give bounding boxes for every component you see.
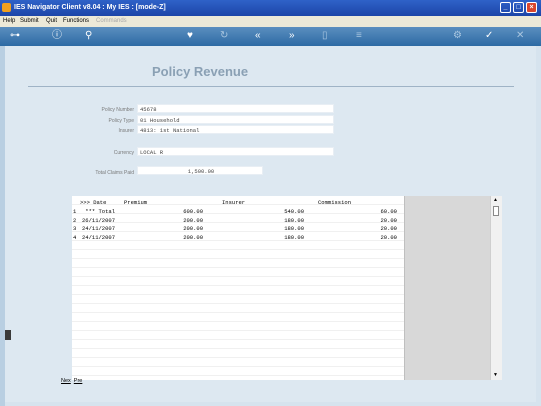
currency-field[interactable]: LOCAL R: [137, 147, 334, 156]
row-number: 4: [73, 234, 77, 241]
total-claims-paid-label: Total Claims Paid: [95, 170, 134, 176]
key-icon[interactable]: ⊶: [10, 31, 20, 41]
row-number: 3: [73, 225, 77, 232]
title-bar: IES Navigator Client v8.04 : My IES : [m…: [0, 0, 541, 16]
revenue-grid: ▲ ▼ >>> Date Premium Insurer Commission …: [72, 196, 502, 380]
next-record-icon[interactable]: »: [289, 31, 295, 41]
col-header-date[interactable]: >>> Date: [80, 199, 106, 206]
row-commission: 60.00: [380, 208, 397, 215]
toolbar: ⊶ ⓘ ⚲ ♥ ↻ « » ▯ ≡ ⚙ ✓ ✕: [0, 27, 541, 46]
row-number: 1: [73, 208, 77, 215]
next-page-link[interactable]: Nex: [61, 378, 71, 384]
info-icon[interactable]: ⓘ: [52, 31, 62, 41]
page-title: Policy Revenue: [152, 64, 249, 79]
scroll-up-icon[interactable]: ▲: [493, 197, 498, 203]
insurer-label: Insurer: [118, 128, 134, 134]
row-commission: 20.00: [380, 225, 397, 232]
row-commission: 20.00: [380, 234, 397, 241]
row-date: 24/11/2007: [82, 225, 116, 232]
policy-number-label: Policy Number: [101, 107, 134, 113]
insurer-field[interactable]: 4813: 1st National: [137, 125, 334, 134]
menu-quit[interactable]: Quit: [46, 18, 57, 24]
scroll-down-icon[interactable]: ▼: [493, 372, 498, 378]
row-premium: 600.00: [183, 208, 203, 215]
currency-label: Currency: [113, 150, 134, 156]
cancel-icon[interactable]: ✕: [516, 31, 524, 41]
row-commission: 20.00: [380, 217, 397, 224]
row-number: 2: [73, 217, 77, 224]
search-icon[interactable]: ⚲: [85, 31, 92, 41]
maximize-button[interactable]: □: [513, 2, 524, 13]
confirm-icon[interactable]: ✓: [485, 31, 493, 41]
refresh-icon[interactable]: ↻: [220, 31, 228, 41]
row-insurer: 540.00: [284, 208, 304, 215]
list-icon[interactable]: ≡: [356, 31, 362, 41]
divider: [28, 86, 514, 87]
policy-number-field[interactable]: 45678: [137, 104, 334, 113]
prev-page-link[interactable]: Pre: [74, 378, 83, 384]
side-indicator-icon: [5, 330, 11, 340]
favorite-icon[interactable]: ♥: [187, 31, 193, 41]
menu-bar: Help Submit Quit Functions Commands: [0, 16, 541, 27]
row-insurer: 180.00: [284, 234, 304, 241]
minimize-button[interactable]: _: [500, 2, 511, 13]
first-record-icon[interactable]: «: [255, 31, 261, 41]
row-insurer: 180.00: [284, 225, 304, 232]
menu-submit[interactable]: Submit: [20, 18, 39, 24]
grid-scrollbar[interactable]: ▲ ▼: [490, 196, 502, 380]
window-title: IES Navigator Client v8.04 : My IES : [m…: [14, 4, 166, 11]
scroll-thumb[interactable]: [493, 206, 499, 216]
row-date: *** Total: [82, 208, 116, 215]
col-header-insurer[interactable]: Insurer: [222, 199, 245, 206]
policy-type-label: Policy Type: [108, 118, 134, 124]
menu-functions[interactable]: Functions: [63, 18, 89, 24]
grid-footer: Nex Pre: [61, 378, 85, 384]
col-header-premium[interactable]: Premium: [124, 199, 147, 206]
grid-side-panel: [404, 196, 491, 380]
row-premium: 200.00: [183, 225, 203, 232]
document-icon[interactable]: ▯: [322, 31, 328, 41]
close-button[interactable]: ×: [526, 2, 537, 13]
total-claims-paid-field[interactable]: 1,500.00: [137, 166, 263, 175]
row-insurer: 180.00: [284, 217, 304, 224]
row-date: 26/11/2007: [82, 217, 116, 224]
menu-help[interactable]: Help: [3, 18, 15, 24]
row-premium: 200.00: [183, 217, 203, 224]
row-premium: 200.00: [183, 234, 203, 241]
main-panel: Policy Revenue Policy Number 45678 Polic…: [5, 46, 536, 402]
settings-icon[interactable]: ⚙: [453, 31, 462, 41]
policy-type-field[interactable]: 01 Household: [137, 115, 334, 124]
row-date: 24/11/2007: [82, 234, 116, 241]
col-header-commission[interactable]: Commission: [318, 199, 351, 206]
app-logo-icon: [2, 3, 11, 12]
menu-commands[interactable]: Commands: [96, 18, 127, 24]
